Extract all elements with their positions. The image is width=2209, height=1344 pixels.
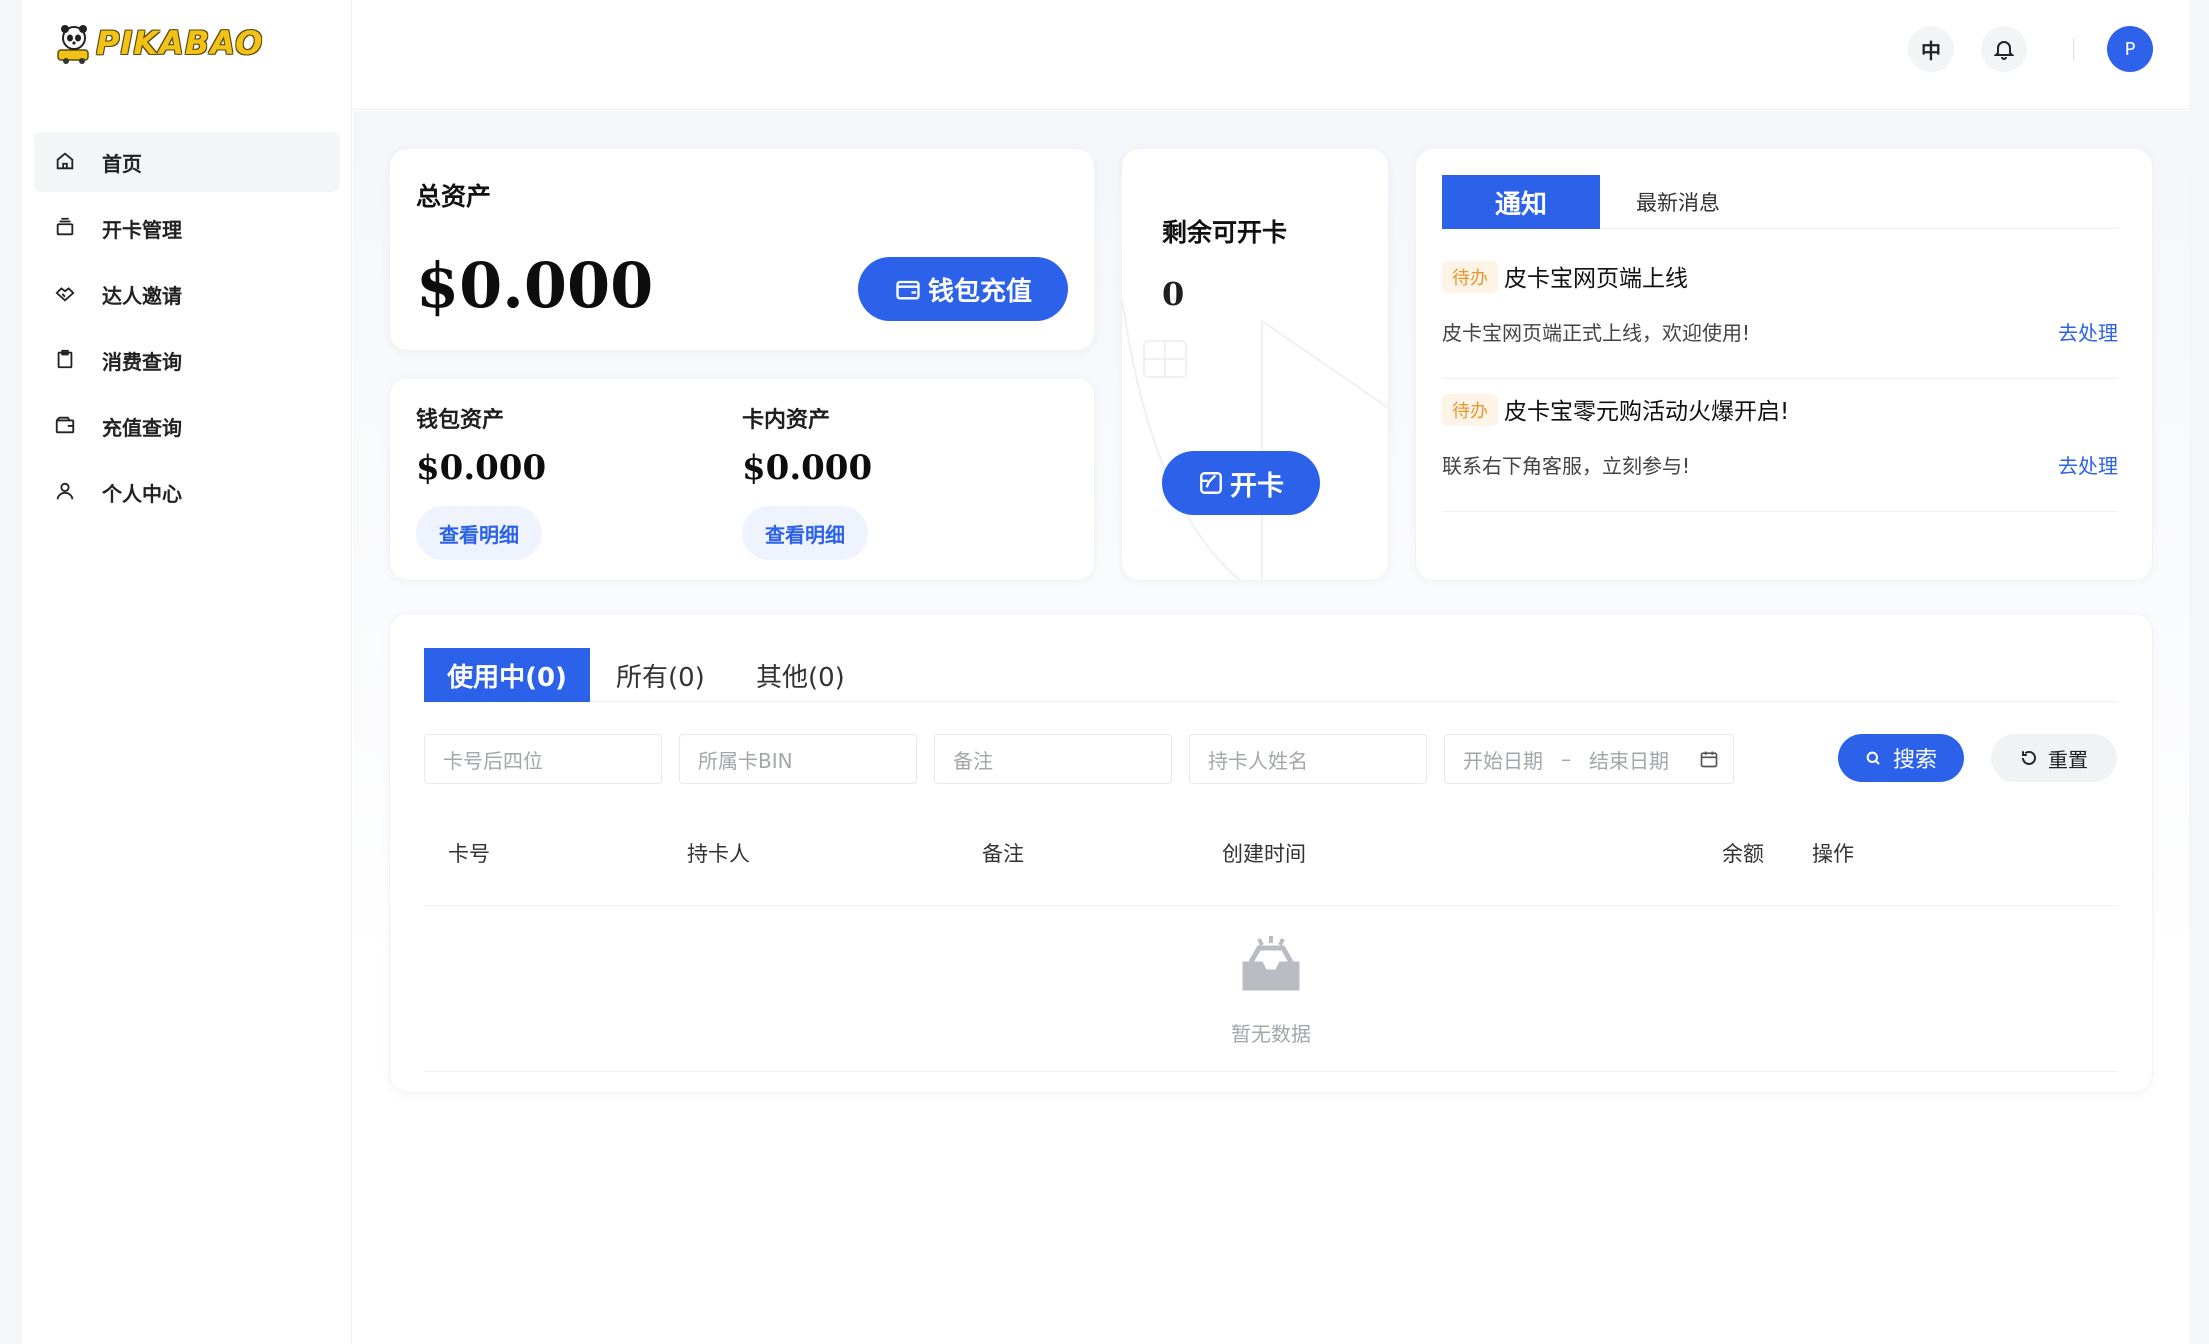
main-content: 总资产 $0.000 钱包充值 钱包资产 $0.000 查看明细 卡内资产 $0… — [353, 111, 2189, 1344]
card-stack-icon — [54, 216, 78, 240]
end-date-field[interactable]: 结束日期 — [1589, 745, 1669, 774]
refresh-icon — [2022, 750, 2036, 765]
sidebar-item-invite[interactable]: 达人邀请 — [34, 264, 340, 324]
notice-action-link[interactable]: 去处理 — [2058, 450, 2118, 479]
wallet-assets-title: 钱包资产 — [416, 408, 505, 433]
wallet-recharge-button[interactable]: 钱包充值 — [858, 257, 1068, 321]
sidebar-item-recharge[interactable]: 充值查询 — [34, 396, 340, 456]
todo-badge: 待办 — [1442, 394, 1498, 426]
sidebar-item-label: 充值查询 — [102, 415, 182, 440]
search-button[interactable]: 搜索 — [1838, 734, 1964, 782]
wallet-detail-button[interactable]: 查看明细 — [416, 506, 542, 560]
total-assets-title: 总资产 — [416, 182, 492, 211]
todo-badge: 待办 — [1442, 261, 1498, 293]
panda-logo-icon — [57, 25, 89, 64]
notice-item: 待办 皮卡宝零元购活动火爆开启! 联系右下角客服，立刻参与! 去处理 — [1442, 378, 2118, 512]
notice-title: 皮卡宝零元购活动火爆开启! — [1504, 399, 1790, 425]
open-card-label: 开卡 — [1230, 470, 1284, 502]
sidebar: PIKABAO 首页 开卡管理 达人邀请 消费查询 充值查询 个人中心 — [22, 0, 352, 1344]
wallet-recharge-label: 钱包充值 — [927, 276, 1032, 307]
sidebar-item-profile[interactable]: 个人中心 — [34, 462, 340, 522]
tab-notice[interactable]: 通知 — [1442, 175, 1600, 229]
notification-button[interactable] — [1981, 26, 2027, 72]
wallet-icon — [54, 414, 78, 438]
card-bin-input[interactable]: 所属卡BIN — [679, 734, 917, 784]
card-edit-icon — [1200, 472, 1222, 494]
sidebar-item-label: 个人中心 — [102, 481, 182, 506]
empty-text: 暂无数据 — [1231, 1022, 1311, 1046]
sidebar-nav: 首页 开卡管理 达人邀请 消费查询 充值查询 个人中心 — [34, 132, 340, 528]
bell-icon — [1993, 41, 2015, 60]
card-assets-amount: $0.000 — [742, 448, 873, 488]
notice-body: 皮卡宝网页端正式上线，欢迎使用! — [1442, 321, 1751, 345]
search-label: 搜索 — [1892, 748, 1937, 773]
notice-action-link[interactable]: 去处理 — [2058, 317, 2118, 346]
logo-text: PIKABAO — [96, 24, 264, 62]
remaining-cards-count: 0 — [1162, 275, 1185, 313]
sidebar-item-home[interactable]: 首页 — [34, 132, 340, 192]
topbar: 中 P — [353, 0, 2189, 110]
notice-tabs: 通知 最新消息 — [1442, 175, 2118, 229]
filter-bar: 卡号后四位 所属卡BIN 备注 持卡人姓名 开始日期 – 结束日期 搜索 重置 — [424, 734, 2118, 786]
tab-in-use[interactable]: 使用中(0) — [424, 648, 590, 702]
asset-breakdown-card: 钱包资产 $0.000 查看明细 卡内资产 $0.000 查看明细 — [389, 377, 1095, 581]
reset-button[interactable]: 重置 — [1991, 734, 2117, 782]
sidebar-item-card-management[interactable]: 开卡管理 — [34, 198, 340, 258]
wallet-icon — [896, 280, 920, 300]
notice-body: 联系右下角客服，立刻参与! — [1442, 454, 1691, 478]
tab-all[interactable]: 所有(0) — [616, 648, 705, 702]
table-header: 卡号 持卡人 备注 创建时间 余额 操作 — [424, 838, 2118, 906]
empty-inbox-icon — [1242, 936, 1300, 991]
cards-panel: 使用中(0) 所有(0) 其他(0) 卡号后四位 所属卡BIN 备注 持卡人姓名… — [389, 613, 2153, 1093]
clipboard-icon — [54, 348, 78, 372]
total-assets-card: 总资产 $0.000 钱包充值 — [389, 148, 1095, 351]
left-gutter — [0, 0, 22, 1344]
open-card-card: 剩余可开卡 0 开卡 — [1121, 148, 1389, 581]
notice-title: 皮卡宝网页端上线 — [1504, 266, 1688, 292]
wallet-assets-amount: $0.000 — [416, 448, 547, 488]
sidebar-item-label: 消费查询 — [102, 349, 182, 374]
column-balance: 余额 — [1722, 842, 1764, 866]
column-created-time: 创建时间 — [1222, 842, 1306, 866]
sidebar-item-spending[interactable]: 消费查询 — [34, 330, 340, 390]
open-card-button[interactable]: 开卡 — [1162, 451, 1320, 515]
sidebar-item-label: 达人邀请 — [102, 283, 182, 308]
sidebar-item-label: 首页 — [102, 151, 142, 176]
language-switch-button[interactable]: 中 — [1908, 26, 1954, 72]
remark-input[interactable]: 备注 — [934, 734, 1172, 784]
reset-label: 重置 — [2048, 747, 2088, 772]
table-empty-state: 暂无数据 — [424, 906, 2118, 1072]
total-assets-amount: $0.000 — [416, 249, 654, 322]
avatar[interactable]: P — [2107, 26, 2153, 72]
cards-tabs: 使用中(0) 所有(0) 其他(0) — [424, 648, 2118, 702]
card-assets-title: 卡内资产 — [742, 408, 831, 433]
user-icon — [54, 480, 78, 504]
logo[interactable]: PIKABAO — [54, 22, 263, 64]
search-icon — [1866, 751, 1880, 765]
card-last4-input[interactable]: 卡号后四位 — [424, 734, 662, 784]
column-remark: 备注 — [982, 842, 1024, 866]
calendar-icon — [1700, 751, 1718, 768]
tab-latest-news[interactable]: 最新消息 — [1636, 175, 1720, 229]
column-holder: 持卡人 — [687, 842, 750, 866]
notice-card: 通知 最新消息 待办 皮卡宝网页端上线 皮卡宝网页端正式上线，欢迎使用! 去处理… — [1415, 148, 2153, 581]
notice-item: 待办 皮卡宝网页端上线 皮卡宝网页端正式上线，欢迎使用! 去处理 — [1442, 245, 2118, 379]
column-card-number: 卡号 — [448, 842, 490, 866]
date-separator: – — [1561, 747, 1571, 771]
home-icon — [54, 150, 78, 174]
right-gutter — [2189, 0, 2209, 1344]
date-range-picker[interactable]: 开始日期 – 结束日期 — [1444, 734, 1734, 784]
tab-other[interactable]: 其他(0) — [756, 648, 845, 702]
remaining-cards-title: 剩余可开卡 — [1162, 218, 1288, 247]
start-date-field[interactable]: 开始日期 — [1463, 745, 1543, 774]
handshake-icon — [54, 282, 78, 306]
holder-name-input[interactable]: 持卡人姓名 — [1189, 734, 1427, 784]
card-detail-button[interactable]: 查看明细 — [742, 506, 868, 560]
sidebar-item-label: 开卡管理 — [102, 217, 182, 242]
column-actions: 操作 — [1812, 842, 1854, 866]
topbar-divider — [2073, 38, 2074, 60]
